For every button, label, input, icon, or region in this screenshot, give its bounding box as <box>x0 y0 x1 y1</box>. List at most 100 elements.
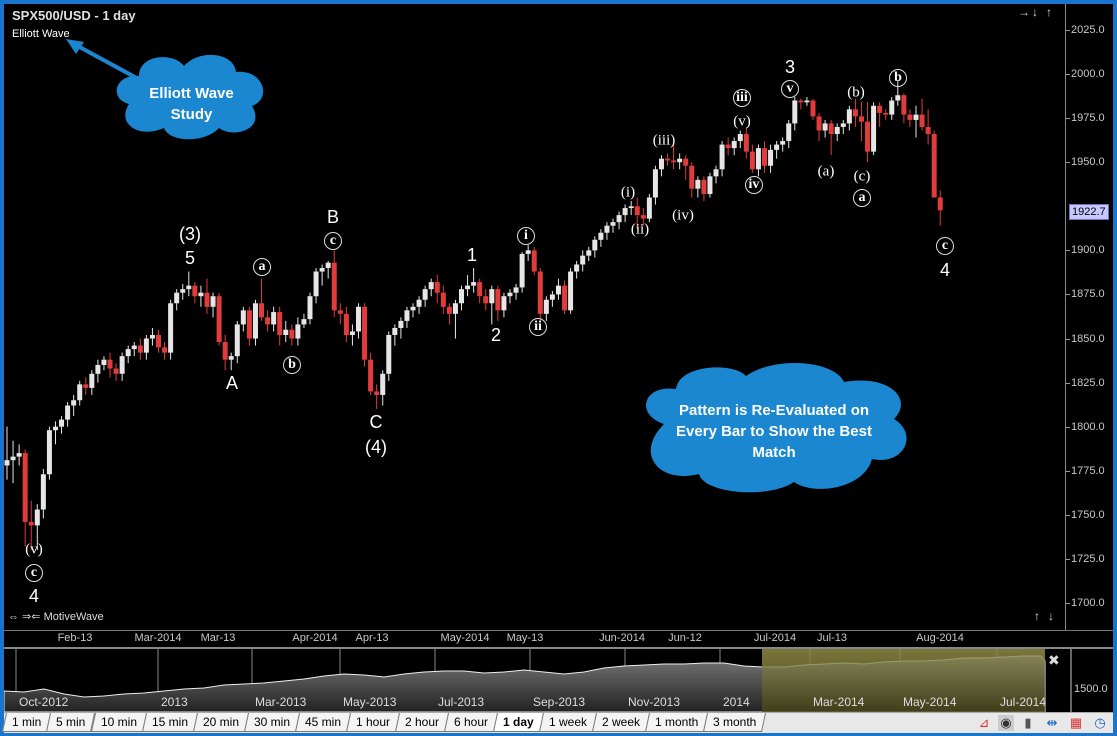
wave-label: A <box>225 373 239 393</box>
candle <box>628 201 634 216</box>
candle-body <box>689 165 695 189</box>
candle-body <box>598 232 604 240</box>
candle-body <box>871 105 877 152</box>
candle <box>210 292 216 318</box>
zoom-out-icon[interactable]: ↓ <box>1048 609 1054 623</box>
candle <box>46 426 52 480</box>
time-axis[interactable]: Feb-13 Mar-2014 Mar-13 Apr-2014 Apr-13 May-20… <box>4 630 1113 647</box>
candle <box>368 352 374 395</box>
candle <box>719 141 725 177</box>
overview-navigator[interactable]: Oct-2012 2013 Mar-2013 May-2013 Jul-2013 Sep-… <box>4 647 1113 712</box>
candle <box>289 324 295 346</box>
wave-label: (v) <box>733 113 751 130</box>
candle <box>701 176 707 202</box>
tab-timeframe[interactable]: 6 hour <box>443 713 498 732</box>
candle <box>737 130 743 149</box>
candle <box>762 141 767 173</box>
candle <box>483 289 489 311</box>
tab-timeframe[interactable]: 15 min <box>141 713 198 732</box>
fit-width-icon[interactable]: ⇹ <box>1044 715 1060 731</box>
candle-body <box>301 319 307 325</box>
tab-label: 15 min <box>151 715 188 729</box>
candle-body <box>774 144 780 150</box>
candle-body <box>743 134 749 152</box>
candle <box>616 211 622 230</box>
candle <box>780 137 786 152</box>
candle-body <box>277 312 283 335</box>
candle-body <box>259 303 265 318</box>
time-icon[interactable]: ◷ <box>1092 715 1108 731</box>
tab-timeframe[interactable]: 1 hour <box>345 713 400 732</box>
candle-body <box>410 306 416 311</box>
candle-body <box>731 141 737 149</box>
wave-label: c <box>936 237 954 255</box>
price-tick: 2000.0 <box>1065 68 1105 81</box>
candle-body <box>65 405 71 420</box>
candle <box>683 155 689 180</box>
tab-timeframe[interactable]: 10 min <box>90 713 147 732</box>
candle <box>646 193 652 223</box>
candle <box>168 299 174 360</box>
candle-body <box>865 121 871 152</box>
tab-timeframe[interactable]: 20 min <box>192 713 249 732</box>
tab-timeframe[interactable]: 2 hour <box>394 713 449 732</box>
tab-timeframe[interactable]: 1 min <box>1 713 52 732</box>
tab-timeframe[interactable]: 2 week <box>591 713 650 732</box>
tab-timeframe[interactable]: 1 month <box>644 713 709 732</box>
candle-body <box>586 250 592 256</box>
candle <box>865 102 871 163</box>
study-label[interactable]: Elliott Wave <box>12 28 70 40</box>
candle-body <box>786 123 792 142</box>
candle-body <box>616 215 622 223</box>
zoom-in-icon[interactable]: ↑ <box>1034 609 1040 623</box>
candle-body <box>574 264 580 272</box>
candle <box>689 162 695 198</box>
visibility-eye-icon[interactable]: ◉ <box>998 715 1014 731</box>
tab-timeframe[interactable]: 45 min <box>294 713 351 732</box>
price-axis[interactable]: 2025.0 2000.0 1975.0 1950.0 1900.0 1875.0 1850… <box>1065 4 1113 630</box>
overview-close-icon[interactable]: ✖ <box>1048 652 1060 669</box>
bar-type-icon[interactable]: ▮ <box>1020 715 1036 731</box>
scroll-down-icon[interactable]: ↓ <box>1032 5 1038 19</box>
candle <box>507 289 513 304</box>
candle-body <box>768 149 774 166</box>
candle-body <box>713 169 719 177</box>
tab-timeframe[interactable]: 1 week <box>538 713 597 732</box>
candle <box>519 252 525 293</box>
tab-timeframe[interactable]: 1 day <box>492 713 544 732</box>
brand-bar: ⇔ ⇒⇐ MotiveWave <box>8 610 104 623</box>
candle <box>271 306 277 332</box>
tab-timeframe[interactable]: 3 month <box>703 713 767 732</box>
candle-body <box>834 126 840 135</box>
candle-body <box>362 306 368 360</box>
candle-body <box>459 289 464 304</box>
candle-body <box>180 289 186 293</box>
wave-label: iv <box>745 176 763 194</box>
add-study-icon[interactable]: ⊿ <box>976 715 992 731</box>
scroll-up-icon[interactable]: ↑ <box>1046 5 1052 19</box>
candle-body <box>519 253 525 288</box>
candle-body <box>271 312 277 325</box>
candle-body <box>404 310 410 321</box>
candle <box>610 218 616 233</box>
candle <box>531 246 537 276</box>
scroll-right-icon[interactable]: → <box>1018 5 1030 19</box>
chart-title: SPX500/USD - 1 day <box>12 8 136 23</box>
candle-body <box>919 114 925 127</box>
candle <box>786 119 792 149</box>
pan-icons[interactable]: ⇔ ⇒⇐ <box>8 611 41 623</box>
candle-body <box>907 114 913 120</box>
time-tick: Mar-2014 <box>134 632 182 644</box>
price-chart[interactable]: SPX500/USD - 1 day Elliott Wave Elliott … <box>4 4 1065 630</box>
candle-body <box>858 116 864 122</box>
candle <box>137 338 143 360</box>
tab-timeframe[interactable]: 5 min <box>46 713 96 732</box>
tab-timeframe[interactable]: 30 min <box>243 713 300 732</box>
candle-body <box>113 368 119 374</box>
candle <box>410 303 416 318</box>
wave-label: a <box>853 189 871 207</box>
candle-body <box>495 289 501 311</box>
tab-label: 30 min <box>253 715 290 729</box>
wave-label: C <box>369 412 383 432</box>
calendar-icon[interactable]: ▦ <box>1068 715 1084 731</box>
